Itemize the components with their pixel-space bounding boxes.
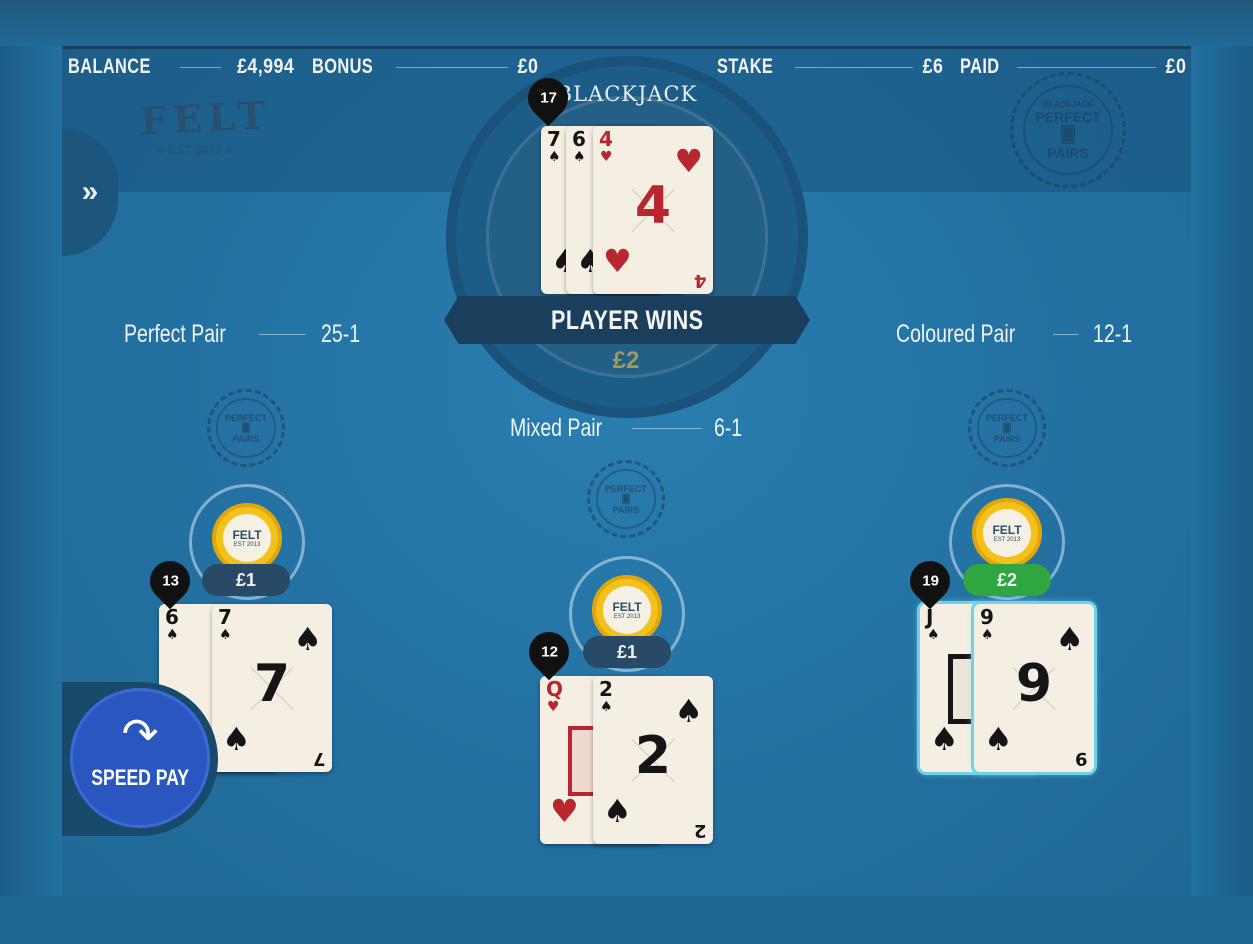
cards-icon: 🂠	[1002, 422, 1012, 433]
perfect-pair-payout: Perfect Pair 25-1	[124, 320, 360, 349]
cards-icon: 🂠	[621, 493, 631, 504]
balance-label: BALANCE	[68, 55, 151, 78]
spade-icon: ♠	[674, 692, 703, 730]
logo-word: FELT	[138, 92, 273, 144]
middle-side-bet-spot[interactable]: PERFECT 🂠 PAIRS	[587, 460, 665, 538]
stake-label: STAKE	[717, 55, 774, 78]
heart-icon: ♥	[603, 242, 632, 280]
background-bottom	[0, 896, 1253, 944]
felt-logo: FELT ≡ EST 2013 ≡	[138, 92, 273, 166]
left-chip: FELT EST 2013	[212, 503, 282, 573]
dealer-score: 17	[539, 89, 557, 107]
stake-value: £6	[922, 55, 943, 78]
heart-icon: ♥	[674, 142, 703, 180]
coloured-pair-payout: Coloured Pair 12-1	[896, 320, 1132, 349]
middle-score: 12	[540, 643, 558, 661]
speed-pay-label: SPEED PAY	[91, 765, 189, 790]
middle-score-pin: 12	[520, 623, 578, 681]
spade-icon: ♠	[293, 620, 322, 658]
left-card-2: 7 ♠ ♠ 7 ♠ 7	[212, 604, 332, 772]
mixed-pair-payout: Mixed Pair 6-1	[510, 414, 742, 443]
left-bet-amount: £1	[202, 564, 290, 596]
background-right	[1191, 46, 1253, 896]
spade-icon: ♠	[984, 720, 1013, 758]
right-bet-amount: £2	[963, 564, 1051, 596]
left-score: 13	[161, 572, 179, 590]
coloured-pair-odds: 12-1	[1092, 320, 1132, 348]
perfect-pairs-badge: BLACKJACK PERFECT 🂠 PAIRS	[1010, 72, 1126, 188]
paid-label: PAID	[960, 55, 1000, 78]
middle-chip: FELT EST 2013	[592, 575, 662, 645]
speed-pay-button[interactable]: ↷ SPEED PAY	[70, 688, 210, 828]
result-text: PLAYER WINS	[550, 304, 704, 335]
right-side-bet-spot[interactable]: PERFECT 🂠 PAIRS	[968, 389, 1046, 467]
cards-icon: 🂠	[1059, 126, 1077, 144]
curved-arrow-icon: ↷	[121, 710, 159, 759]
badge-top-text: BLACKJACK	[1043, 99, 1093, 109]
logo-est: ≡ EST 2013 ≡	[158, 143, 232, 157]
dealer-card-3: 4 ♥ ♥ 4 ♥ 4	[593, 126, 713, 294]
bonus-label: BONUS	[312, 55, 374, 78]
balance-value: £4,994	[236, 55, 294, 78]
bonus-stat: BONUS £0	[312, 54, 538, 80]
balance-stat: BALANCE £4,994	[68, 54, 294, 80]
middle-bet-amount: £1	[583, 636, 671, 668]
paid-leader	[1016, 66, 1156, 68]
heart-icon: ♥	[550, 792, 579, 830]
perfect-pair-odds: 25-1	[320, 320, 360, 348]
spade-icon: ♠	[1055, 620, 1084, 658]
mixed-pair-odds: 6-1	[713, 414, 742, 442]
balance-leader	[180, 66, 221, 68]
spade-icon: ♠	[930, 720, 959, 758]
coloured-pair-label: Coloured Pair	[896, 320, 1016, 348]
paid-value: £0	[1165, 55, 1186, 78]
right-card-2: 9 ♠ ♠ 9 ♠ 9	[974, 604, 1094, 772]
right-chip: FELT EST 2013	[972, 498, 1042, 568]
chevron-double-right-icon: »	[81, 175, 99, 208]
middle-card-2: 2 ♠ ♠ 2 ♠ 2	[593, 676, 713, 844]
win-amount: £2	[612, 347, 640, 374]
stake-stat: STAKE £6	[717, 54, 943, 80]
stake-leader	[795, 66, 913, 68]
spade-icon: ♠	[222, 720, 251, 758]
cards-icon: 🂠	[241, 422, 251, 433]
left-side-bet-spot[interactable]: PERFECT 🂠 PAIRS	[207, 389, 285, 467]
result-banner: PLAYER WINS	[444, 296, 810, 344]
bonus-leader	[396, 66, 508, 68]
background-top	[0, 0, 1253, 46]
dealer-title: BLACKJACK	[556, 82, 698, 106]
top-border	[62, 46, 1191, 49]
spade-icon: ♠	[603, 792, 632, 830]
right-score: 19	[921, 572, 939, 590]
perfect-pair-label: Perfect Pair	[124, 320, 226, 348]
mixed-pair-label: Mixed Pair	[510, 414, 603, 442]
left-score-pin: 13	[141, 552, 199, 610]
background-left	[0, 46, 62, 896]
badge-bottom-text: PAIRS	[1047, 144, 1089, 161]
badge-mid-text: PERFECT	[1035, 108, 1101, 125]
bonus-value: £0	[517, 55, 538, 78]
speed-pay-panel: ↷ SPEED PAY	[62, 682, 218, 836]
right-score-pin: 19	[901, 552, 959, 610]
blackjack-table: BALANCE £4,994 BONUS £0 STAKE £6 PAID £0…	[62, 46, 1191, 896]
